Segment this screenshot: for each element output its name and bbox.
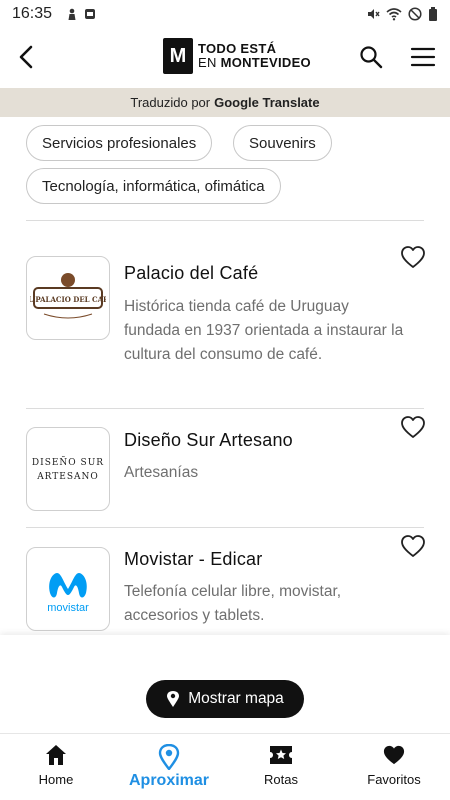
- logo-text: TODO ESTÁ EN MONTEVIDEO: [198, 42, 311, 70]
- notification-app-icon: [85, 9, 96, 19]
- palacio-logo-text: EL PALACIO DEL CAFE: [30, 295, 106, 304]
- back-button[interactable]: [12, 42, 40, 72]
- logo-line-2-bold: MONTEVIDEO: [220, 55, 311, 70]
- notification-person-icon: [68, 8, 76, 20]
- map-pin-icon: [167, 691, 180, 707]
- list-item-diseno-sur-artesano[interactable]: DISEÑO SUR ARTESANO Diseño Sur Artesano …: [0, 409, 450, 527]
- item-description: Telefonía celular libre, movistar, acces…: [124, 583, 342, 624]
- chip-souvenirs[interactable]: Souvenirs: [233, 125, 332, 161]
- chip-tecnologia[interactable]: Tecnología, informática, ofimática: [26, 168, 281, 204]
- battery-icon: [429, 7, 437, 21]
- back-arrow-icon: [19, 45, 33, 69]
- item-title: Movistar - Edicar: [124, 549, 263, 569]
- palacio-del-cafe-logo: EL PALACIO DEL CAFE: [26, 256, 110, 340]
- wifi-icon: [386, 8, 402, 21]
- nav-home[interactable]: Home: [11, 744, 101, 787]
- translate-brand: Google Translate: [214, 95, 320, 110]
- logo-line-2: EN MONTEVIDEO: [198, 56, 311, 70]
- logo-mark-letter: M: [169, 44, 187, 67]
- nav-rotas[interactable]: Rotas: [236, 744, 326, 787]
- diseno-logo-line-2: ARTESANO: [36, 472, 99, 482]
- palacio-logo-graphic: EL PALACIO DEL CAFE: [30, 273, 106, 319]
- logo-line-2-prefix: EN: [198, 55, 221, 70]
- item-title: Palacio del Café: [124, 263, 259, 283]
- diseno-sur-logo: DISEÑO SUR ARTESANO: [26, 427, 110, 511]
- status-bar: 16:35: [0, 0, 450, 28]
- nav-favoritos-label: Favoritos: [367, 772, 421, 787]
- map-button-area: Mostrar mapa: [0, 635, 450, 733]
- translate-prefix: Traduzido por: [130, 95, 211, 110]
- show-map-label: Mostrar mapa: [188, 690, 284, 707]
- ticket-star-icon: [270, 746, 292, 764]
- diseno-logo-line-1: DISEÑO SUR: [32, 456, 104, 468]
- results-list[interactable]: Servicios profesionales Souvenirs Tecnol…: [0, 117, 450, 635]
- favorite-heart-icon[interactable]: [400, 534, 426, 558]
- do-not-disturb-icon: [408, 7, 422, 21]
- nav-favoritos[interactable]: Favoritos: [349, 744, 439, 787]
- mute-icon: [368, 9, 380, 19]
- nav-aproximar-label: Aproximar: [128, 772, 210, 789]
- logo-mark: M: [163, 38, 193, 74]
- logo-line-1: TODO ESTÁ: [198, 41, 277, 56]
- movistar-logo-graphic: movistar: [47, 573, 89, 614]
- favorite-heart-icon[interactable]: [400, 415, 426, 439]
- heart-icon: [383, 745, 405, 765]
- app-logo[interactable]: M TODO ESTÁ EN MONTEVIDEO: [163, 38, 311, 74]
- hamburger-menu-icon[interactable]: [410, 46, 436, 68]
- translate-banner: Traduzido por Google Translate: [0, 88, 450, 117]
- diseno-sur-logo-graphic: DISEÑO SUR ARTESANO: [32, 456, 104, 482]
- nav-rotas-label: Rotas: [264, 772, 298, 787]
- movistar-logo: movistar: [26, 547, 110, 631]
- item-title: Diseño Sur Artesano: [124, 430, 293, 450]
- list-item-movistar-edicar[interactable]: movistar Movistar - Edicar Telefonía cel…: [0, 528, 450, 635]
- app-header: M TODO ESTÁ EN MONTEVIDEO: [0, 28, 450, 88]
- nav-home-label: Home: [38, 772, 74, 787]
- search-icon[interactable]: [358, 44, 384, 70]
- chip-servicios-profesionales[interactable]: Servicios profesionales: [26, 125, 213, 161]
- status-time: 16:35: [12, 5, 53, 22]
- show-map-button[interactable]: Mostrar mapa: [146, 680, 304, 718]
- nav-aproximar[interactable]: Aproximar: [124, 744, 214, 790]
- movistar-logo-text: movistar: [47, 602, 89, 614]
- home-icon: [46, 745, 66, 765]
- bottom-navigation: Home Aproximar Rotas Favoritos: [0, 733, 450, 800]
- list-item-palacio-del-cafe[interactable]: EL PALACIO DEL CAFE Palacio del Café His…: [0, 221, 450, 408]
- favorite-heart-icon[interactable]: [400, 245, 426, 269]
- item-description: Artesanías: [124, 464, 199, 481]
- location-pin-icon: [158, 744, 180, 770]
- item-description: Histórica tienda café de Uruguay fundada…: [124, 298, 404, 363]
